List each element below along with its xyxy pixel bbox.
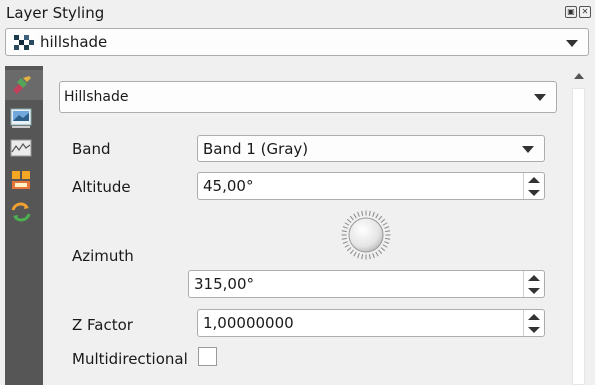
renderer-type-select[interactable]: Hillshade — [59, 81, 557, 113]
azimuth-label: Azimuth — [72, 247, 134, 265]
arrow-up-icon — [528, 176, 540, 183]
dial-tick — [346, 247, 352, 252]
float-icon[interactable]: ▣ — [565, 6, 577, 18]
zfactor-label: Z Factor — [72, 316, 133, 334]
increment-button[interactable] — [524, 173, 544, 186]
dial-tick — [349, 215, 354, 221]
chevron-down-icon — [566, 40, 578, 47]
layer-name: hillshade — [40, 33, 108, 51]
arrow-down-icon — [528, 326, 540, 333]
multidirectional-label: Multidirectional — [72, 350, 188, 368]
dial-tick — [344, 222, 350, 226]
altitude-label: Altitude — [72, 178, 131, 196]
increment-button[interactable] — [524, 310, 544, 323]
dial-tick — [353, 213, 357, 219]
dial-tick — [368, 210, 371, 216]
image-icon[interactable] — [9, 106, 33, 130]
dial-tick — [357, 211, 360, 217]
altitude-spinbox[interactable]: 45,00° — [197, 172, 545, 200]
dial-tick — [341, 230, 347, 233]
arrow-down-icon — [528, 189, 540, 196]
dial-tick — [378, 215, 383, 221]
zfactor-stepper — [523, 310, 544, 336]
scroll-track[interactable] — [572, 88, 585, 385]
dial-tick — [385, 237, 391, 240]
labels-icon[interactable] — [9, 168, 33, 192]
azimuth-value: 315,00° — [194, 275, 254, 293]
dial-tick — [361, 254, 364, 260]
increment-button[interactable] — [524, 271, 544, 284]
dial-tick — [384, 241, 390, 244]
zfactor-spinbox[interactable]: 1,00000000 — [197, 309, 545, 337]
dial-tick — [380, 247, 386, 252]
chevron-down-icon — [534, 94, 546, 101]
renderer-type-value: Hillshade — [64, 89, 129, 105]
dial-tick — [353, 251, 357, 257]
arrow-up-icon — [528, 274, 540, 281]
azimuth-dial[interactable] — [340, 209, 392, 261]
dial-tick — [382, 244, 388, 248]
chevron-down-icon — [522, 146, 534, 153]
arrow-down-icon — [528, 287, 540, 294]
dial-tick — [378, 249, 383, 255]
sidebar — [5, 66, 43, 385]
dial-tick — [375, 251, 379, 257]
dial-tick — [357, 253, 360, 259]
title-buttons: ▣ ✕ — [565, 6, 591, 18]
decrement-button[interactable] — [524, 323, 544, 336]
symbology-content: Hillshade Band Band 1 (Gray) Altitude 45… — [43, 66, 568, 385]
vertical-scrollbar[interactable] — [568, 66, 590, 385]
altitude-value: 45,00° — [203, 177, 254, 195]
dial-tick — [342, 226, 348, 229]
dial-tick — [361, 210, 364, 216]
close-icon[interactable]: ✕ — [579, 6, 591, 18]
dial-tick — [385, 230, 391, 233]
scroll-up-icon[interactable] — [574, 73, 584, 79]
dial-tick — [372, 253, 375, 259]
dial-tick — [346, 218, 352, 223]
azimuth-spinbox[interactable]: 315,00° — [188, 270, 545, 298]
layer-selector[interactable]: hillshade — [5, 28, 589, 56]
dial-tick — [342, 241, 348, 244]
band-value: Band 1 (Gray) — [203, 139, 309, 158]
panel-title: Layer Styling — [6, 4, 105, 22]
band-select[interactable]: Band 1 (Gray) — [197, 135, 545, 162]
dial-tick — [349, 249, 354, 255]
raster-layer-icon — [14, 35, 34, 50]
paintbrush-icon[interactable] — [9, 74, 33, 98]
dial-tick — [380, 218, 386, 223]
dial-tick — [382, 222, 388, 226]
band-label: Band — [72, 140, 111, 158]
dial-tick — [368, 254, 371, 260]
multidirectional-checkbox[interactable] — [198, 347, 217, 366]
dial-tick — [372, 211, 375, 217]
zfactor-value: 1,00000000 — [203, 314, 294, 332]
decrement-button[interactable] — [524, 186, 544, 199]
histogram-icon[interactable] — [9, 136, 33, 160]
arrow-up-icon — [528, 313, 540, 320]
dial-tick — [375, 213, 379, 219]
history-icon[interactable] — [9, 200, 33, 224]
dial-tick — [384, 226, 390, 229]
dial-tick — [341, 237, 347, 240]
azimuth-stepper — [523, 271, 544, 297]
dial-tick — [344, 244, 350, 248]
decrement-button[interactable] — [524, 284, 544, 297]
altitude-stepper — [523, 173, 544, 199]
